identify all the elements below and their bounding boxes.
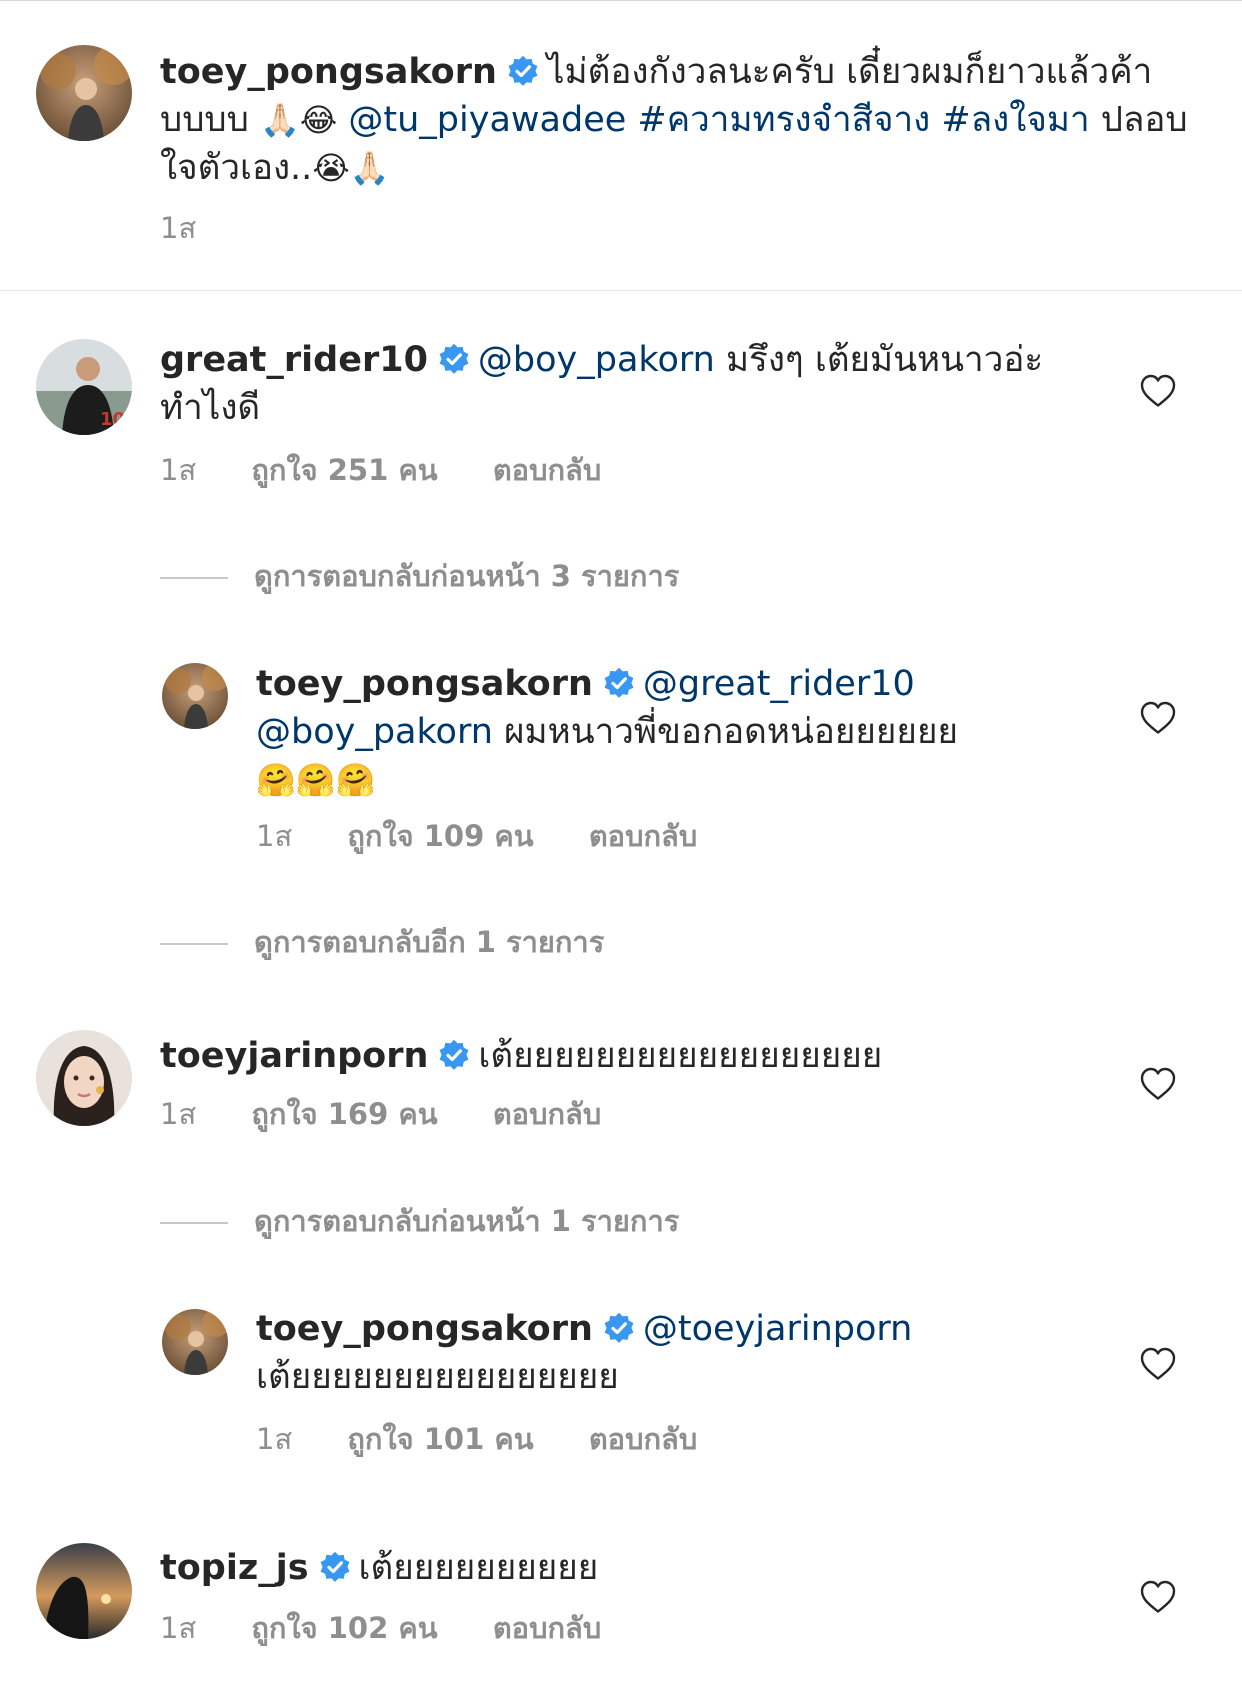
comment-text: great_rider10 @boy_pakorn มรึงๆ เต้ยมันหน… [160,336,1060,432]
avatar-photo [162,663,228,729]
svg-text:10: 10 [100,409,125,430]
reply-line [160,1222,228,1224]
caption-divider [0,290,1242,291]
like-count[interactable]: ถูกใจ 109 คน [347,819,533,853]
comment-text: topiz_js เต้ยยยยยยยยยย [160,1544,1060,1592]
avatar-photo: 10 [36,339,132,435]
timestamp: 1ส [160,453,197,487]
verified-badge-icon [438,343,470,375]
avatar-photo [36,45,132,141]
reply-text: toey_pongsakorn @great_rider10 @boy_pakor… [256,660,1066,804]
caption-username[interactable]: toey_pongsakorn [160,52,497,92]
avatar[interactable] [36,1543,132,1639]
view-more-replies[interactable]: ดูการตอบกลับอีก 1 รายการ [160,924,604,960]
caption-hashtag[interactable]: #ความทรงจำสีจาง [637,100,930,140]
reply-button[interactable]: ตอบกลับ [589,1422,697,1456]
comment-meta: 1ส ถูกใจ 251 คน ตอบกลับ [160,452,647,488]
reply-button[interactable]: ตอบกลับ [589,819,697,853]
timestamp: 1ส [160,1611,197,1645]
like-count[interactable]: ถูกใจ 251 คน [251,453,437,487]
comment-meta: 1ส ถูกใจ 169 คน ตอบกลับ [160,1096,647,1132]
avatar-photo [36,1030,132,1126]
caption-emoji: 😭🙏🏻 [312,149,390,187]
avatar[interactable] [36,1030,132,1126]
avatar-photo [36,1543,132,1639]
comment-mention[interactable]: @boy_pakorn [478,340,715,380]
view-replies-label: ดูการตอบกลับอีก 1 รายการ [254,925,605,959]
reply-mention[interactable]: @great_rider10 [643,664,915,704]
verified-badge-icon [603,1312,635,1344]
reply-username[interactable]: toey_pongsakorn [256,1309,593,1349]
reply-body: ผมหนาวพี่ขอกอดหน่อยยยยยย [504,712,958,752]
caption-hashtag[interactable]: #ลงใจมา [941,100,1089,140]
like-count[interactable]: ถูกใจ 102 คน [251,1611,437,1645]
comment-meta: 1ส ถูกใจ 102 คน ตอบกลับ [160,1610,647,1646]
view-replies-label: ดูการตอบกลับก่อนหน้า 1 รายการ [254,1204,680,1238]
verified-badge-icon [319,1551,351,1583]
comment-body: เต้ยยยยยยยยยยยยยยยยยย [478,1036,883,1076]
reply-line [160,943,228,945]
heart-icon[interactable] [1138,698,1178,738]
view-replies-label: ดูการตอบกลับก่อนหน้า 3 รายการ [254,559,680,593]
avatar[interactable] [162,1309,228,1375]
avatar[interactable] [36,45,132,141]
avatar-photo [162,1309,228,1375]
verified-badge-icon [438,1039,470,1071]
heart-icon[interactable] [1138,371,1178,411]
reply-body: เต้ยยยยยยยยยยยยยยยย [256,1357,619,1397]
verified-badge-icon [507,55,539,87]
caption-emoji: 🙏🏻😂 [260,101,338,139]
reply-line [160,577,228,579]
reply-text: toey_pongsakorn @toeyjarinporn เต้ยยยยยยย… [256,1305,1066,1401]
reply-meta: 1ส ถูกใจ 109 คน ตอบกลับ [256,818,743,854]
like-count[interactable]: ถูกใจ 101 คน [347,1422,533,1456]
heart-icon[interactable] [1138,1344,1178,1384]
reply-meta: 1ส ถูกใจ 101 คน ตอบกลับ [256,1421,743,1457]
comment-username[interactable]: great_rider10 [160,340,428,380]
like-count[interactable]: ถูกใจ 169 คน [251,1097,437,1131]
timestamp: 1ส [256,819,293,853]
view-previous-replies[interactable]: ดูการตอบกลับก่อนหน้า 3 รายการ [160,558,679,594]
heart-icon[interactable] [1138,1577,1178,1617]
avatar[interactable] [162,663,228,729]
reply-button[interactable]: ตอบกลับ [493,1097,601,1131]
reply-mention[interactable]: @boy_pakorn [256,712,493,752]
timestamp: 1ส [160,211,197,245]
timestamp: 1ส [160,1097,197,1131]
avatar[interactable]: 10 [36,339,132,435]
caption-text: toey_pongsakorn ไม่ต้องกังวลนะครับ เดี๋ยว… [160,48,1210,192]
comment-username[interactable]: toeyjarinporn [160,1036,428,1076]
reply-emoji: 🤗🤗🤗 [256,761,376,799]
comment-body: เต้ยยยยยยยยยย [358,1548,599,1588]
top-divider [0,0,1242,1]
view-previous-replies[interactable]: ดูการตอบกลับก่อนหน้า 1 รายการ [160,1203,679,1239]
reply-button[interactable]: ตอบกลับ [493,1611,601,1645]
reply-mention[interactable]: @toeyjarinporn [643,1309,912,1349]
caption-meta: 1ส [160,210,242,246]
timestamp: 1ส [256,1422,293,1456]
comment-text: toeyjarinporn เต้ยยยยยยยยยยยยยยยยยย [160,1032,1060,1080]
caption-mention[interactable]: @tu_piyawadee [348,100,626,140]
reply-button[interactable]: ตอบกลับ [493,453,601,487]
verified-badge-icon [603,667,635,699]
heart-icon[interactable] [1138,1064,1178,1104]
reply-username[interactable]: toey_pongsakorn [256,664,593,704]
comment-username[interactable]: topiz_js [160,1548,309,1588]
